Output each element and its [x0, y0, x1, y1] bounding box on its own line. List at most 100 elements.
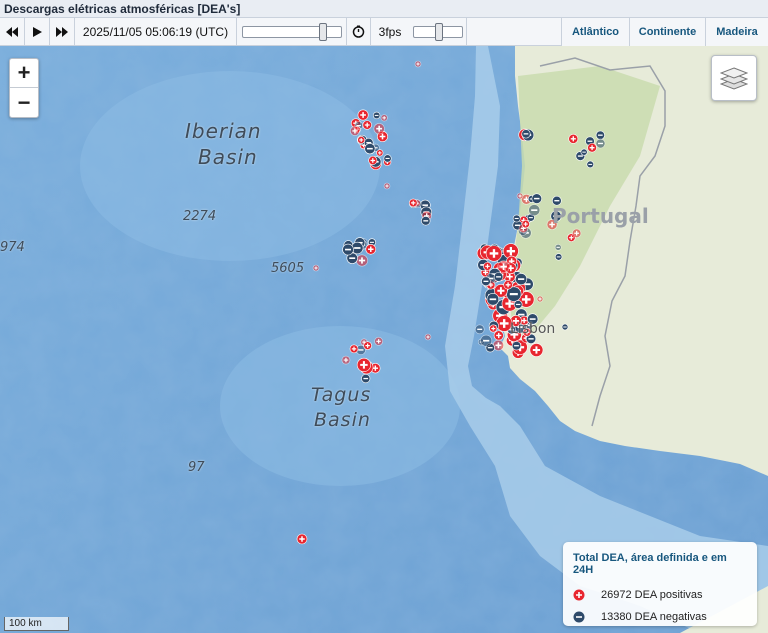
negative-strike-marker	[480, 334, 493, 347]
positive-strike-marker	[424, 333, 432, 341]
legend-panel: Total DEA, área definida e em 24H 26972 …	[563, 542, 757, 626]
fps-slider-cell	[409, 18, 467, 45]
negative-strike-marker	[580, 148, 588, 156]
positive-strike-marker	[312, 264, 320, 272]
negative-strike-marker	[361, 374, 371, 384]
legend-title: Total DEA, área definida e em 24H	[573, 552, 727, 576]
positive-strike-marker	[357, 136, 366, 144]
step-back-icon	[6, 26, 18, 37]
iberian-basin-label-1: Iberian	[185, 119, 262, 143]
negative-strike-marker	[372, 111, 381, 120]
datetime-display: 2025/11/05 05:06:19 (UTC)	[75, 18, 237, 45]
app-title: Descargas elétricas atmosféricas [DEA's]	[0, 0, 768, 18]
negative-strike-marker	[342, 243, 354, 256]
zoom-in-button[interactable]: +	[10, 59, 38, 88]
negative-strike-marker	[511, 341, 522, 351]
negative-strike-marker	[512, 214, 521, 223]
negative-strike-marker	[421, 216, 431, 226]
positive-strike-marker	[529, 343, 544, 357]
depth-label-974: 974	[0, 240, 25, 255]
fps-slider[interactable]	[412, 22, 463, 41]
positive-strike-marker	[349, 344, 359, 354]
play-button[interactable]	[25, 18, 50, 45]
negative-strike-marker	[554, 253, 563, 261]
tagus-basin-label-1: Tagus	[311, 384, 372, 406]
positive-strike-marker	[383, 182, 391, 190]
positive-strike-marker	[357, 109, 369, 121]
negative-strike-marker	[595, 130, 605, 140]
zoom-control: + −	[9, 58, 39, 118]
negative-strike-marker	[474, 324, 485, 335]
positive-strike-marker	[356, 254, 368, 267]
tab-continente[interactable]: Continente	[629, 18, 705, 46]
tagus-basin-label-2: Basin	[314, 409, 371, 431]
negative-strike-marker	[515, 273, 528, 286]
negative-strike-marker	[383, 154, 392, 163]
positive-strike-marker	[368, 155, 378, 165]
positive-strike-marker	[414, 60, 422, 68]
positive-strike-marker	[536, 295, 544, 303]
city-label-lisbon: Lisbon	[510, 321, 556, 337]
negative-strike-marker	[521, 129, 531, 139]
positive-strike-marker	[503, 280, 513, 290]
negative-strike-marker	[513, 300, 523, 309]
positive-strike-marker	[483, 261, 492, 271]
tab-madeira[interactable]: Madeira	[705, 18, 768, 46]
positive-strike-icon	[573, 589, 585, 601]
legend-positive-row: 26972 DEA positivas	[573, 584, 747, 606]
fps-label: 3fps	[378, 24, 402, 39]
positive-strike-marker	[497, 260, 510, 273]
scale-bar: 100 km	[4, 617, 69, 631]
negative-strike-marker	[586, 160, 594, 169]
timer-button[interactable]	[347, 18, 371, 45]
layers-icon	[720, 67, 748, 90]
legend-negative-row: 13380 DEA negativas	[573, 606, 747, 628]
positive-strike-marker	[493, 330, 504, 341]
positive-strike-marker	[374, 336, 384, 346]
tab-atlantico[interactable]: Atlântico	[561, 18, 629, 46]
positive-strike-marker	[363, 341, 372, 350]
negative-strike-marker	[364, 143, 376, 155]
positive-strike-marker	[362, 120, 372, 130]
timer-icon	[352, 25, 365, 38]
positive-strike-marker	[571, 228, 582, 238]
country-label-portugal: Portugal	[552, 204, 649, 228]
legend-positive-text: 26972 DEA positivas	[601, 589, 703, 601]
positive-strike-marker	[380, 114, 388, 122]
positive-strike-marker	[568, 133, 579, 144]
step-back-button[interactable]	[0, 18, 25, 45]
fps-slider-thumb[interactable]	[434, 22, 443, 41]
positive-strike-marker	[587, 142, 597, 153]
iberian-basin-label-2: Basin	[198, 145, 258, 169]
negative-strike-marker	[481, 276, 491, 287]
positive-strike-marker	[516, 192, 524, 200]
negative-strike-marker	[554, 243, 562, 251]
positive-strike-marker	[296, 533, 308, 545]
time-slider-thumb[interactable]	[318, 22, 327, 41]
depth-label-2274: 2274	[183, 209, 217, 224]
legend-negative-text: 13380 DEA negativas	[601, 611, 707, 623]
zoom-out-button[interactable]: −	[10, 88, 38, 117]
play-icon	[33, 26, 42, 37]
time-slider-cell	[237, 18, 347, 45]
positive-strike-marker	[408, 198, 418, 208]
negative-strike-marker	[531, 193, 542, 204]
depth-label-97: 97	[188, 460, 205, 475]
step-forward-icon	[56, 26, 68, 37]
positive-strike-marker	[356, 357, 371, 372]
layers-button[interactable]	[711, 55, 757, 101]
positive-strike-marker	[349, 125, 360, 136]
fps-cell: 3fps	[371, 18, 409, 45]
negative-strike-marker	[595, 138, 606, 149]
positive-strike-marker	[373, 123, 385, 135]
positive-strike-marker	[521, 219, 530, 229]
positive-strike-marker	[489, 324, 498, 333]
negative-strike-icon	[573, 611, 585, 623]
positive-strike-marker	[485, 245, 503, 262]
negative-strike-marker	[561, 323, 569, 331]
positive-strike-marker	[365, 243, 377, 255]
step-forward-button[interactable]	[50, 18, 75, 45]
negative-strike-marker	[528, 204, 541, 217]
time-slider[interactable]	[241, 22, 342, 41]
positive-strike-marker	[341, 355, 351, 365]
